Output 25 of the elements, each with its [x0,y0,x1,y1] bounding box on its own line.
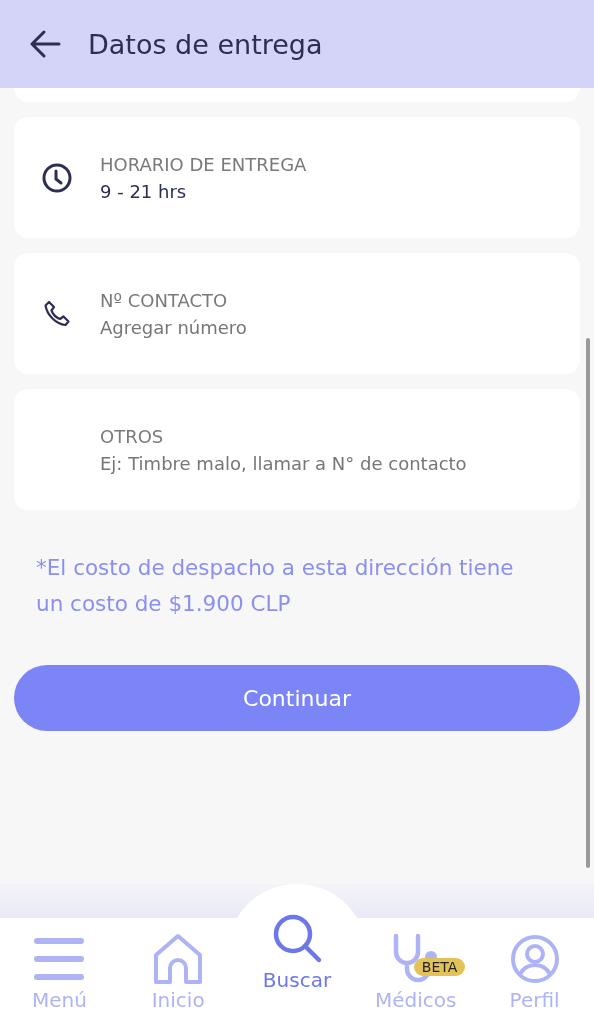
field-value: 9 - 21 hrs [100,180,188,202]
field-card[interactable]: Nº CONTACTO Agregar número [14,253,580,374]
continue-button[interactable]: Continuar [14,665,580,731]
shipping-cost-note: *El costo de despacho a esta dirección tiene un costo de $1.900 CLP [36,554,515,618]
screen-title: Datos de entrega [88,28,323,60]
nav-tab[interactable]: Perfil [484,932,585,1012]
field-label: Nº CONTACTO [100,289,229,311]
phone-icon [42,298,72,329]
nav-tab[interactable]: Buscar [247,912,347,992]
field-label: HORARIO DE ENTREGA [100,153,307,175]
menu-icon [34,937,85,981]
beta-badge: BETA [413,958,466,976]
nav-tab[interactable]: Menú [9,932,110,1012]
field-placeholder: Ej: Timbre malo, llamar a N° de contacto [100,452,467,474]
nav-tab[interactable]: BETA Médicos [365,932,466,1012]
back-icon[interactable] [28,29,62,59]
home-icon [153,933,204,985]
search-icon [271,913,323,965]
user-icon [509,934,560,984]
field-placeholder: Agregar número [100,316,247,338]
field-card[interactable]: OTROS Ej: Timbre malo, llamar a N° de contacto [14,389,580,510]
field-card[interactable]: HORARIO DE ENTREGA 9 - 21 hrs [14,117,580,238]
field-label: OTROS [100,425,165,447]
clock-icon [41,161,73,194]
nav-tab[interactable]: Inicio [128,932,229,1012]
